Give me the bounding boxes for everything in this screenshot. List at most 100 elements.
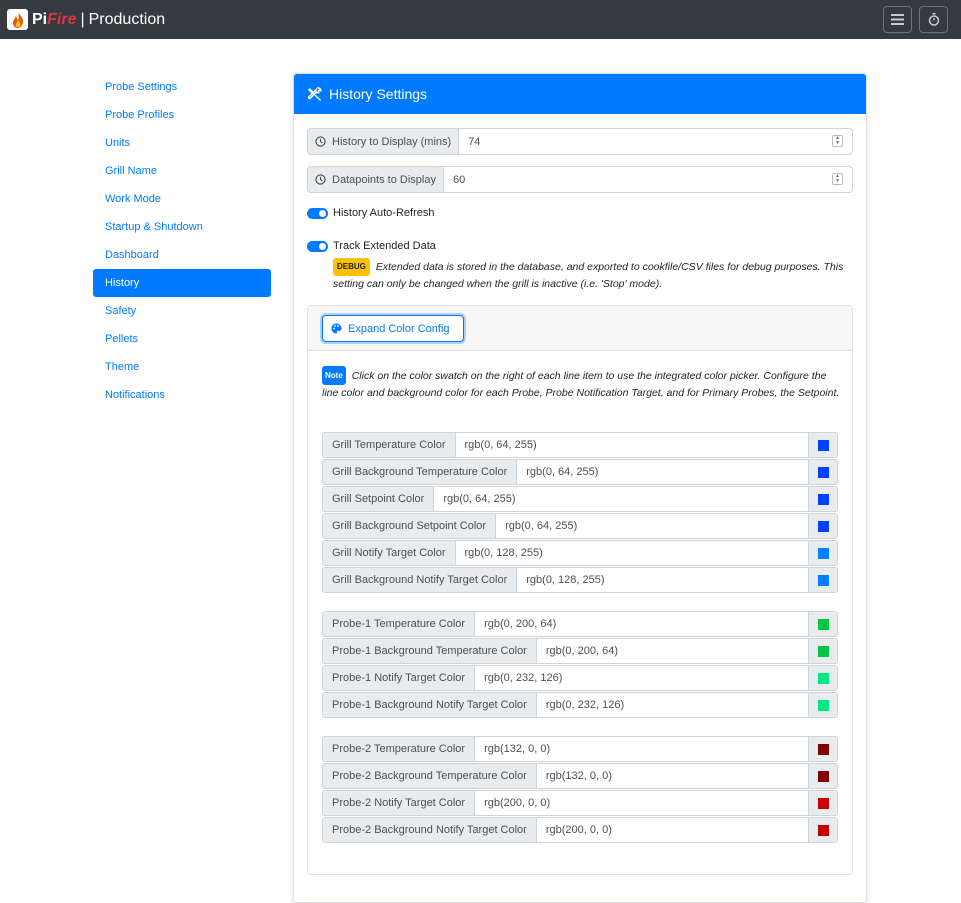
card-title: History Settings [329,86,428,102]
color-value-input[interactable]: rgb(0, 64, 255) [456,433,808,457]
top-navbar: Pi Fire | Production [0,0,961,39]
color-swatch [817,439,829,451]
palette-icon [331,323,342,334]
color-value-input[interactable]: rgb(0, 232, 126) [475,666,808,690]
grill-name: Production [88,10,166,28]
color-config-header: Expand Color Config [308,306,852,351]
color-swatch [817,824,829,836]
color-swatch [817,770,829,782]
stopwatch-icon [928,13,939,26]
color-value-input[interactable]: rgb(0, 128, 255) [456,541,809,565]
sidebar-item-probe-profiles[interactable]: Probe Profiles [93,101,271,129]
color-swatch-button[interactable] [808,568,837,592]
sidebar-item-startup-shutdown[interactable]: Startup & Shutdown [93,213,271,241]
sidebar-item-history[interactable]: History [93,269,271,297]
brand-fire: Fire [47,10,77,28]
color-swatch-button[interactable] [808,541,837,565]
color-label: Probe-2 Background Notify Target Color [323,818,537,842]
color-row-probe2-bg-notify: Probe-2 Background Notify Target Color r… [322,817,838,843]
sidebar-item-grill-name[interactable]: Grill Name [93,157,271,185]
history-to-display-input[interactable]: 74 ▲ ▼ [459,129,852,154]
clock-icon [315,136,326,147]
flame-icon [12,11,23,28]
sidebar-item-theme[interactable]: Theme [93,353,271,381]
timer-button[interactable] [919,6,948,33]
color-swatch [817,466,829,478]
color-swatch-button[interactable] [808,433,837,457]
datapoints-to-display-text: Datapoints to Display [332,173,436,186]
color-row-grill-temp: Grill Temperature Color rgb(0, 64, 255) [322,432,838,458]
color-swatch-button[interactable] [808,818,837,842]
color-row-probe2-temp: Probe-2 Temperature Color rgb(132, 0, 0) [322,736,838,762]
color-label: Probe-2 Background Temperature Color [323,764,537,788]
hamburger-icon [891,14,904,25]
color-value-input[interactable]: rgb(200, 0, 0) [475,791,808,815]
color-label: Probe-1 Notify Target Color [323,666,476,690]
color-swatch-button[interactable] [808,737,837,761]
color-value-input[interactable]: rgb(132, 0, 0) [475,737,808,761]
brand-pi: Pi [32,10,48,28]
color-swatch [817,672,829,684]
color-value-input[interactable]: rgb(0, 64, 255) [517,460,808,484]
color-swatch-button[interactable] [808,764,837,788]
sidebar-item-pellets[interactable]: Pellets [93,325,271,353]
number-spinner[interactable]: ▲ ▼ [832,173,843,185]
brand[interactable]: Pi Fire | Production [32,11,165,29]
color-swatch [817,645,829,657]
datapoints-to-display-label: Datapoints to Display [308,167,444,192]
debug-badge: DEBUG [333,258,370,276]
sidebar-item-units[interactable]: Units [93,129,271,157]
menu-toggle-button[interactable] [883,6,912,33]
color-label: Grill Temperature Color [323,433,456,457]
tools-icon [307,86,322,101]
history-to-display-value: 74 [468,135,481,148]
color-value-input[interactable]: rgb(0, 200, 64) [475,612,808,636]
color-swatch-button[interactable] [808,612,837,636]
color-swatch [817,574,829,586]
spin-down-icon[interactable]: ▼ [835,179,840,184]
color-swatch [817,547,829,559]
color-swatch-button[interactable] [808,487,837,511]
sidebar-item-work-mode[interactable]: Work Mode [93,185,271,213]
sidebar-item-notifications[interactable]: Notifications [93,381,271,409]
color-swatch-button[interactable] [808,666,837,690]
history-to-display-group: History to Display (mins) 74 ▲ ▼ [307,128,853,155]
color-value-input[interactable]: rgb(132, 0, 0) [537,764,808,788]
pifire-logo[interactable] [7,9,28,30]
card-header: History Settings [294,74,866,114]
spin-down-icon[interactable]: ▼ [835,141,840,146]
sidebar-item-probe-settings[interactable]: Probe Settings [93,73,271,101]
color-value-input[interactable]: rgb(0, 64, 255) [434,487,808,511]
color-row-probe1-bg-temp: Probe-1 Background Temperature Color rgb… [322,638,838,664]
sidebar-item-safety[interactable]: Safety [93,297,271,325]
color-row-probe2-notify: Probe-2 Notify Target Color rgb(200, 0, … [322,790,838,816]
color-label: Grill Background Setpoint Color [323,514,497,538]
color-value-input[interactable]: rgb(0, 232, 126) [537,693,808,717]
datapoints-to-display-value: 60 [452,173,466,186]
color-value-input[interactable]: rgb(0, 200, 64) [537,639,808,663]
color-swatch-button[interactable] [808,639,837,663]
datapoints-to-display-group: Datapoints to Display 60 ▲ ▼ [307,166,853,193]
color-swatch [817,520,829,532]
color-value-input[interactable]: rgb(0, 64, 255) [496,514,808,538]
color-value-input[interactable]: rgb(200, 0, 0) [537,818,808,842]
extended-data-label: Track Extended Data [333,240,436,252]
color-swatch-button[interactable] [808,514,837,538]
auto-refresh-switch-row: History Auto-Refresh [307,207,434,219]
expand-color-config-button[interactable]: Expand Color Config [322,315,464,342]
color-row-grill-bg-temp: Grill Background Temperature Color rgb(0… [322,459,838,485]
datapoints-to-display-input[interactable]: 60 ▲ ▼ [444,167,852,192]
color-swatch-button[interactable] [808,693,837,717]
color-swatch [817,618,829,630]
color-value-input[interactable]: rgb(0, 128, 255) [517,568,808,592]
debug-text: Extended data is stored in the database,… [333,261,844,290]
color-swatch-button[interactable] [808,791,837,815]
color-swatch [817,493,829,505]
number-spinner[interactable]: ▲ ▼ [832,135,843,147]
settings-sidebar: Probe Settings Probe Profiles Units Gril… [93,73,271,409]
color-swatch-button[interactable] [808,460,837,484]
auto-refresh-toggle[interactable] [307,207,328,219]
note-badge: Note [322,366,346,385]
extended-data-toggle[interactable] [307,240,328,252]
sidebar-item-dashboard[interactable]: Dashboard [93,241,271,269]
